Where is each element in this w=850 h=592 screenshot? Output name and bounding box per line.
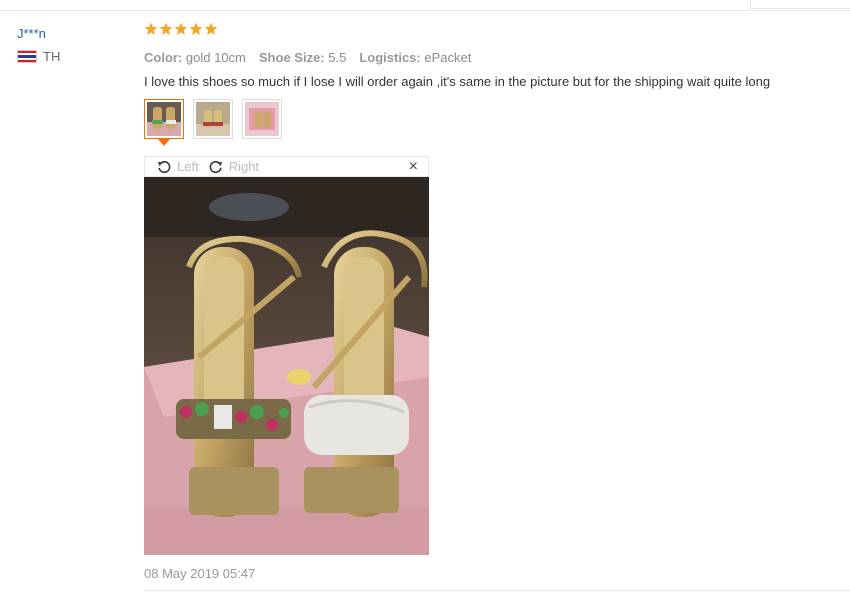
reviewer-name: J***n [17, 26, 46, 41]
top-divider [0, 10, 850, 11]
shoe-photo-thumbnail [245, 102, 279, 136]
image-viewer: Left Right × [144, 156, 429, 556]
rotate-left-icon [157, 160, 171, 173]
star-icon [144, 22, 158, 35]
attribute-color: Color: gold 10cm [144, 50, 246, 65]
star-icon [204, 22, 218, 35]
shoe-photo-thumbnail [147, 102, 181, 136]
star-icon [189, 22, 203, 35]
rotate-right-button[interactable]: Right [209, 159, 259, 174]
star-rating [144, 22, 834, 40]
reviewer-country: TH [17, 49, 60, 64]
viewer-toolbar: Left Right × [144, 156, 429, 177]
country-code: TH [43, 49, 61, 64]
review-thumbnail[interactable] [144, 99, 184, 146]
reviewer-info: J***n TH [17, 26, 60, 64]
star-icon [159, 22, 173, 35]
attribute-shoe-size: Shoe Size: 5.5 [258, 50, 347, 65]
close-icon[interactable]: × [409, 158, 418, 176]
rotate-left-button[interactable]: Left [157, 159, 199, 174]
top-tab-edge [750, 0, 850, 9]
review-date: 08 May 2019 05:47 [144, 566, 256, 581]
review-text: I love this shoes so much if I lose I wi… [144, 74, 771, 89]
review-content: Color: gold 10cm Shoe Size: 5.5 Logistic… [144, 22, 834, 89]
shoe-photo-thumbnail [196, 102, 230, 136]
attribute-logistics: Logistics: ePacket [359, 50, 472, 65]
review-thumbnails [144, 99, 282, 146]
review-thumbnail[interactable] [193, 99, 233, 139]
rotate-right-icon [209, 160, 222, 173]
bottom-divider [144, 590, 850, 591]
review-photo [144, 177, 429, 555]
thailand-flag-icon [17, 50, 37, 63]
review-thumbnail[interactable] [242, 99, 282, 139]
active-thumbnail-caret [158, 139, 170, 146]
star-icon [174, 22, 188, 35]
order-attributes: Color: gold 10cm Shoe Size: 5.5 Logistic… [144, 50, 834, 65]
